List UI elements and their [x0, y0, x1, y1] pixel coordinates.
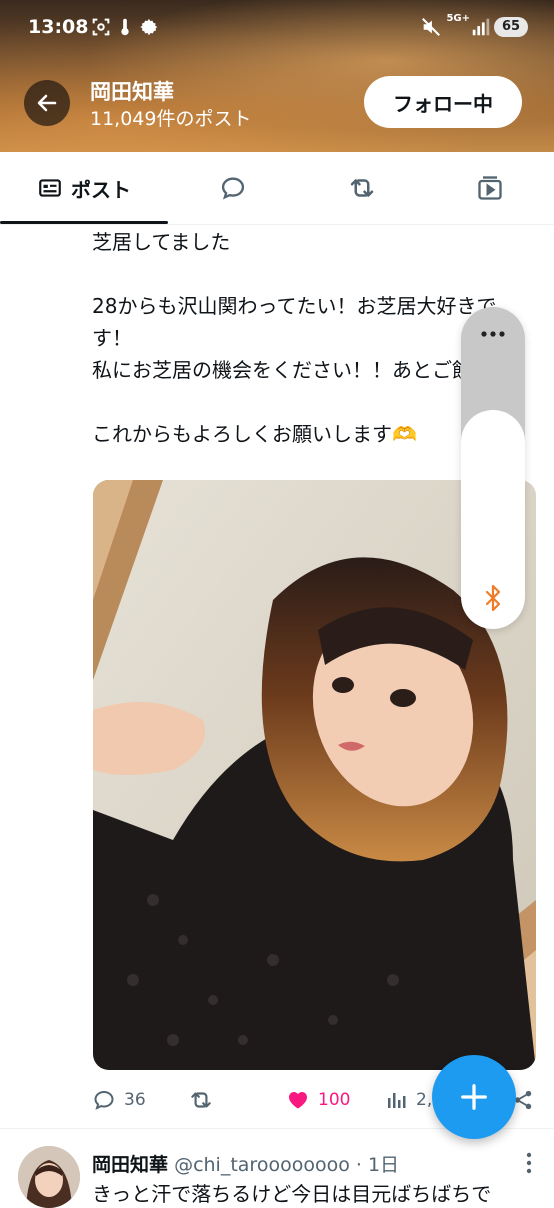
screenshot-icon: [92, 18, 110, 36]
thermometer-icon: [121, 18, 129, 36]
avatar[interactable]: [18, 1146, 80, 1208]
next-tweet-dot: ·: [355, 1154, 362, 1176]
retweet-action[interactable]: [188, 1082, 214, 1118]
heart-icon: [289, 1092, 307, 1109]
tab-posts[interactable]: ポスト: [0, 152, 168, 224]
reply-icon: [94, 1090, 114, 1110]
next-tweet-header: 岡田知華 @chi_taroooooooo · 1日: [92, 1150, 399, 1177]
following-button[interactable]: フォロー中: [364, 76, 522, 128]
back-button[interactable]: [24, 80, 70, 126]
next-tweet-handle[interactable]: @chi_taroooooooo: [174, 1154, 350, 1176]
post-icon: [39, 179, 61, 197]
arrow-left-icon: [37, 94, 57, 112]
next-tweet-time: 1日: [367, 1154, 400, 1176]
bluetooth-icon: [485, 584, 501, 612]
volume-panel[interactable]: [461, 307, 525, 629]
views-count: 2,: [416, 1090, 433, 1110]
tab-media[interactable]: [426, 152, 554, 224]
profile-name: 岡田知華: [90, 80, 174, 104]
views-chart-icon: [388, 1093, 406, 1108]
status-bar: 13:08 5G+ 65: [0, 0, 554, 56]
retweet-icon: [350, 179, 374, 197]
compose-button[interactable]: [432, 1055, 516, 1139]
views-action[interactable]: 2,: [384, 1082, 432, 1118]
tab-replies[interactable]: [168, 152, 298, 224]
status-time: 13:08: [28, 16, 89, 38]
tab-posts-label: ポスト: [71, 177, 131, 202]
plus-icon: [461, 1084, 487, 1110]
like-count: 100: [318, 1090, 351, 1110]
next-tweet-author-name[interactable]: 岡田知華: [92, 1154, 168, 1176]
tab-retweets[interactable]: [298, 152, 426, 224]
mute-icon: [422, 18, 440, 36]
post-count: 11,049件のポスト: [90, 108, 252, 130]
reply-icon: [221, 177, 245, 200]
profile-tabs: ポスト: [0, 152, 554, 225]
media-icon: [478, 176, 502, 200]
battery-indicator: 65: [494, 17, 528, 37]
avatar-image: [18, 1146, 80, 1208]
profile-header: 13:08 5G+ 65 岡田知華 11,049件のポスト フォロー中: [0, 0, 554, 152]
retweet-icon: [191, 1092, 211, 1108]
network-indicator: 5G+: [446, 13, 470, 24]
settings-gear-icon: [140, 18, 158, 36]
signal-icon: [472, 18, 490, 36]
active-tab-indicator: [0, 221, 168, 224]
more-horizontal-icon[interactable]: [481, 331, 505, 337]
next-tweet-text: きっと汗で落ちるけど今日は目元ばちばちで: [92, 1182, 492, 1206]
reply-action[interactable]: 36: [92, 1082, 146, 1118]
like-action[interactable]: 100: [286, 1082, 350, 1118]
reply-count: 36: [124, 1090, 146, 1110]
more-options-icon[interactable]: [526, 1152, 532, 1174]
